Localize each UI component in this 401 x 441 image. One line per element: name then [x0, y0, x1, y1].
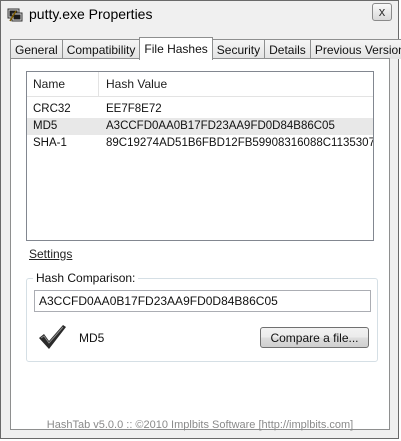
- hash-value: 89C19274AD51B6FBD12FB59908316088C1135307: [106, 137, 374, 149]
- file-hashes-panel: Name Hash Value CRC32 EE7F8E72 MD5 A3CCF…: [10, 58, 390, 431]
- putty-app-icon: [7, 8, 23, 22]
- tab-details[interactable]: Details: [264, 39, 311, 59]
- hash-name: SHA-1: [33, 137, 67, 149]
- matched-hash-type: MD5: [79, 331, 105, 345]
- hash-comparison-label: Hash Comparison:: [33, 271, 139, 285]
- hash-comparison-group: Hash Comparison: MD5 Compare a file...: [26, 271, 378, 362]
- window-title: putty.exe Properties: [29, 6, 153, 22]
- hash-list-header: Name Hash Value: [27, 72, 373, 97]
- tab-previous-versions[interactable]: Previous Versions: [309, 39, 401, 59]
- tab-general[interactable]: General: [10, 39, 63, 59]
- settings-link[interactable]: Settings: [29, 247, 72, 261]
- hash-list[interactable]: Name Hash Value CRC32 EE7F8E72 MD5 A3CCF…: [26, 71, 374, 241]
- hash-comparison-input[interactable]: [34, 290, 371, 312]
- hashtab-credits: HashTab v5.0.0 :: ©2010 Implbits Softwar…: [46, 419, 354, 431]
- column-header-hash-value[interactable]: Hash Value: [99, 72, 373, 96]
- hash-value: A3CCFD0AA0B17FD23AA9FD0D84B86C05: [106, 120, 335, 132]
- properties-dialog: putty.exe Properties x General Compatibi…: [0, 0, 401, 439]
- close-icon: x: [378, 4, 386, 19]
- title-bar[interactable]: putty.exe Properties x: [1, 1, 398, 31]
- hash-name: CRC32: [33, 103, 71, 115]
- checkmark-icon: [39, 325, 66, 349]
- tab-security[interactable]: Security: [211, 39, 266, 59]
- close-button[interactable]: x: [372, 3, 392, 21]
- hash-row-crc32[interactable]: CRC32 EE7F8E72: [27, 101, 373, 118]
- tab-file-hashes[interactable]: File Hashes: [139, 37, 213, 60]
- tab-compatibility[interactable]: Compatibility: [61, 39, 141, 59]
- tab-strip: General Compatibility File Hashes Securi…: [10, 37, 401, 60]
- hash-row-sha1[interactable]: SHA-1 89C19274AD51B6FBD12FB59908316088C1…: [27, 135, 373, 152]
- hash-name: MD5: [33, 120, 58, 132]
- hash-row-md5[interactable]: MD5 A3CCFD0AA0B17FD23AA9FD0D84B86C05: [27, 118, 373, 135]
- column-header-name[interactable]: Name: [27, 72, 99, 96]
- compare-file-button[interactable]: Compare a file...: [260, 327, 369, 348]
- hash-value: EE7F8E72: [106, 103, 162, 115]
